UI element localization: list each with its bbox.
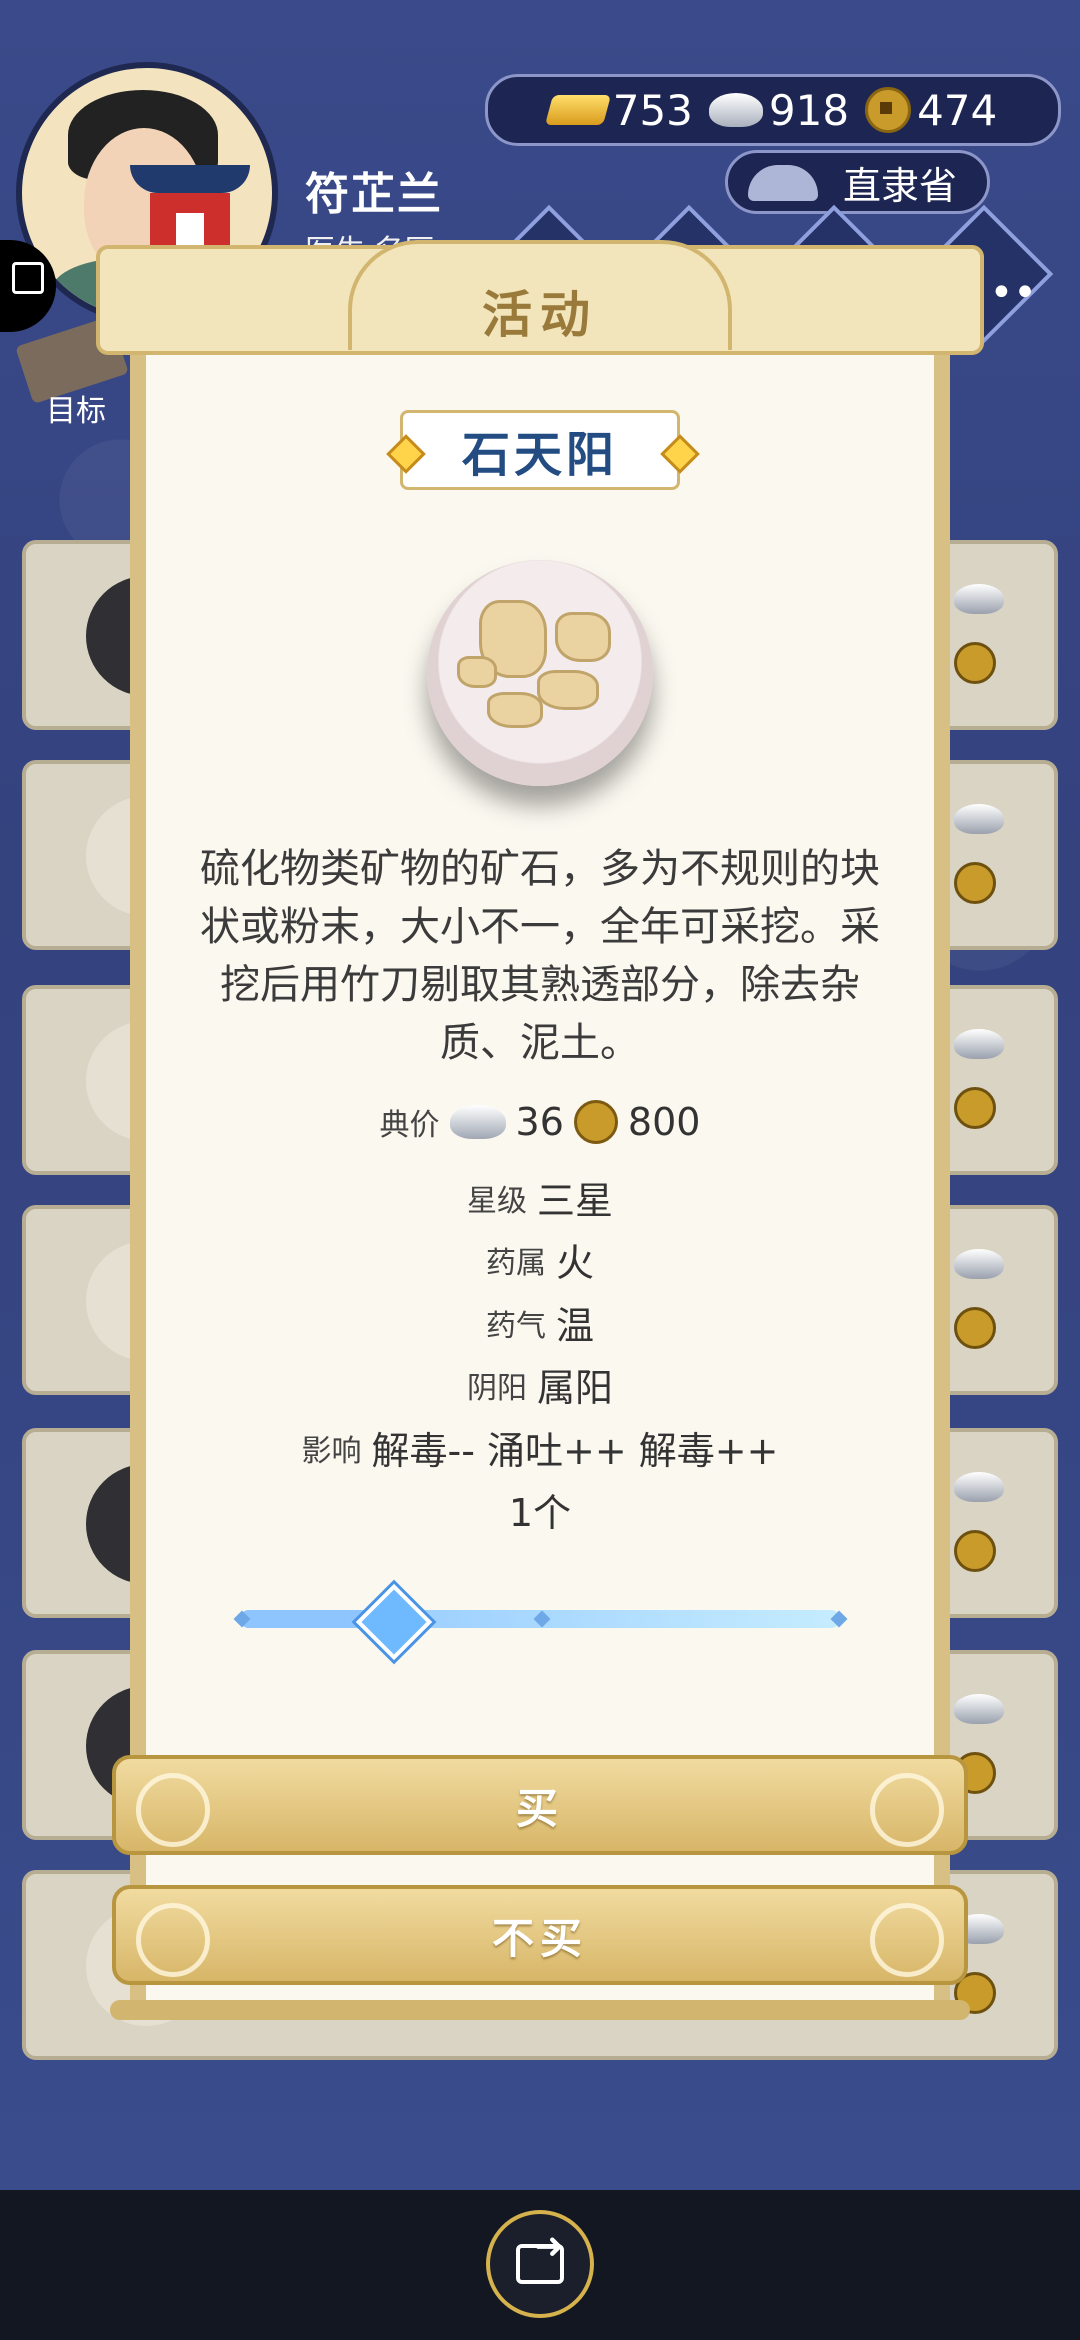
coin-amount: 474 (917, 85, 998, 135)
yinyang-label: 阴阳 (466, 1370, 527, 1406)
attribute-row: 药属 火 (146, 1232, 934, 1287)
cloud-ornament-icon (136, 1773, 210, 1847)
silver-icon (954, 1029, 1004, 1059)
buy-label: 买 (515, 1783, 564, 1833)
silver-ingot-icon (449, 1105, 506, 1139)
price-coin: 800 (627, 1100, 701, 1144)
cloud-ornament-icon (870, 1903, 944, 1977)
effect-label: 影响 (301, 1433, 362, 1469)
copper-coin-icon (865, 87, 912, 133)
coin-icon (954, 1087, 996, 1129)
qi-value: 温 (555, 1304, 594, 1348)
coin-icon (954, 1307, 996, 1349)
qi-row: 药气 温 (146, 1295, 934, 1350)
silver-icon (954, 804, 1004, 834)
price-silver: 36 (515, 1100, 564, 1144)
copper-coin-icon (573, 1100, 618, 1144)
silver-icon (954, 584, 1004, 614)
rock-piece (487, 692, 543, 728)
cloud-ornament-icon (870, 1773, 944, 1847)
attribute-label: 药属 (485, 1245, 546, 1281)
rock-piece (537, 670, 599, 710)
coin-icon (954, 642, 996, 684)
attribute-value: 火 (555, 1241, 594, 1285)
quantity-row: 1个 (146, 1482, 934, 1537)
no-buy-label: 不买 (491, 1913, 588, 1963)
silver-icon (954, 1249, 1004, 1279)
star-row: 星级 三星 (146, 1170, 934, 1225)
yinyang-row: 阴阳 属阳 (146, 1357, 934, 1412)
player-name: 符芷兰 (305, 169, 443, 220)
quantity-value: 1个 (508, 1491, 572, 1535)
item-name-text: 石天阳 (461, 427, 618, 483)
star-value: 三星 (536, 1179, 613, 1223)
currency-bar: 753 918 474 (485, 74, 1061, 146)
item-description: 硫化物类矿物的矿石，多为不规则的块状或粉末，大小不一，全年可采挖。采挖后用竹刀剔… (200, 846, 880, 1066)
rock-piece (555, 612, 611, 662)
puzzle-icon (12, 262, 44, 294)
price-row: 典价 36 800 (146, 1100, 934, 1144)
region-button[interactable]: 直隶省 (725, 150, 990, 214)
no-buy-button[interactable]: 不买 (112, 1885, 968, 1985)
yinyang-value: 属阳 (536, 1366, 613, 1410)
goal-label: 目标 (46, 394, 106, 429)
effect-row: 影响 解毒-- 涌吐++ 解毒++ (146, 1420, 934, 1475)
gold-amount: 753 (612, 85, 693, 135)
price-label: 典价 (379, 1108, 440, 1143)
star-label: 星级 (466, 1183, 527, 1219)
item-image (427, 560, 653, 786)
region-icon (748, 165, 818, 201)
effect-value: 解毒-- 涌吐++ 解毒++ (371, 1429, 779, 1473)
silver-icon (954, 1472, 1004, 1502)
qi-label: 药气 (485, 1308, 546, 1344)
coin-icon (954, 1530, 996, 1572)
item-name: 石天阳 (400, 410, 680, 490)
region-label: 直隶省 (842, 163, 957, 208)
silver-ingot-icon (708, 93, 763, 127)
gold-ingot-icon (544, 95, 611, 125)
silver-amount: 918 (768, 85, 850, 135)
buy-button[interactable]: 买 (112, 1755, 968, 1855)
modal-footer-bar (110, 2000, 970, 2020)
share-button[interactable] (486, 2210, 594, 2318)
coin-icon (954, 862, 996, 904)
modal-title: 活动 (482, 286, 598, 344)
rock-piece (457, 656, 497, 688)
silver-icon (954, 1694, 1004, 1724)
cloud-ornament-icon (136, 1903, 210, 1977)
share-icon (516, 2226, 564, 2284)
